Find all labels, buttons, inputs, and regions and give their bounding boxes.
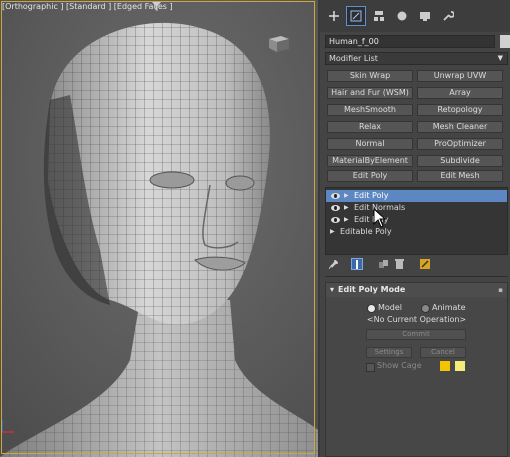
expand-triangle-icon[interactable]: ▶: [344, 202, 349, 214]
separator: [325, 276, 508, 277]
modifier-stack: ▶ Edit Poly ▶ Edit Normals ▶ Edit Poly ▶…: [325, 187, 508, 255]
command-panel-tabs: [320, 0, 510, 32]
current-operation-text: <No Current Operation>: [366, 315, 467, 324]
hierarchy-icon[interactable]: [369, 6, 389, 26]
pin-icon[interactable]: [327, 258, 339, 270]
expand-triangle-icon[interactable]: ▶: [330, 226, 335, 238]
funnel-icon[interactable]: [152, 2, 161, 14]
configure-sets-icon[interactable]: [419, 258, 431, 270]
animate-radio[interactable]: [421, 304, 430, 313]
modifier-button-mesh-cleaner[interactable]: Mesh Cleaner: [417, 121, 503, 133]
mouse-cursor-icon: [373, 208, 387, 228]
modifier-button-subdivide[interactable]: Subdivide: [417, 155, 503, 167]
object-color-swatch[interactable]: [500, 35, 510, 48]
remove-modifier-icon[interactable]: [393, 258, 405, 270]
expand-triangle-icon[interactable]: ▶: [344, 214, 349, 226]
modifier-button-materialbyelement[interactable]: MaterialByElement: [327, 155, 413, 167]
display-icon[interactable]: [415, 6, 435, 26]
expand-triangle-icon[interactable]: ▶: [344, 190, 349, 202]
modifier-list-dropdown[interactable]: Modifier List ▼: [325, 52, 508, 65]
cage-selected-color-swatch[interactable]: [455, 361, 465, 371]
modifier-button-unwrap-uvw[interactable]: Unwrap UVW: [417, 70, 503, 82]
model-radio[interactable]: [367, 304, 376, 313]
eye-icon[interactable]: [331, 217, 340, 223]
modifier-button-prooptimizer[interactable]: ProOptimizer: [417, 138, 503, 150]
wrench-icon[interactable]: [438, 6, 458, 26]
model-label: Model: [378, 303, 403, 312]
show-cage-label: Show Cage: [377, 361, 422, 370]
stack-toolbar: [325, 258, 508, 272]
cage-color-swatch[interactable]: [440, 361, 450, 371]
collapse-icon[interactable]: ▾: [330, 283, 334, 297]
modifier-button-meshsmooth[interactable]: MeshSmooth: [327, 104, 413, 116]
stack-item-label: Edit Poly: [354, 191, 389, 200]
plus-icon[interactable]: [324, 6, 344, 26]
head-mesh-render[interactable]: [0, 0, 318, 457]
viewcube-icon[interactable]: [265, 33, 291, 53]
rollout-header[interactable]: ▾ Edit Poly Mode ▪: [326, 283, 507, 297]
modifier-button-array[interactable]: Array: [417, 87, 503, 99]
stack-item[interactable]: ▶ Edit Poly: [326, 190, 507, 202]
cancel-button[interactable]: Cancel: [420, 347, 466, 358]
viewport[interactable]: [Orthographic ] [Standard ] [Edged Faces…: [0, 0, 320, 457]
modifier-button-skin-wrap[interactable]: Skin Wrap: [327, 70, 413, 82]
rollout-options-icon[interactable]: ▪: [498, 283, 503, 297]
settings-button[interactable]: Settings: [366, 347, 412, 358]
modify-icon[interactable]: [346, 6, 366, 26]
motion-icon[interactable]: [392, 6, 412, 26]
chevron-down-icon: ▼: [497, 54, 503, 62]
command-panel: Human_f_00 Modifier List ▼ Skin Wrap Unw…: [320, 0, 510, 457]
make-unique-icon[interactable]: [377, 258, 389, 270]
eye-icon[interactable]: [331, 193, 340, 199]
edit-poly-mode-rollout: ▾ Edit Poly Mode ▪ Model Animate <No Cur…: [325, 282, 508, 457]
viewport-label[interactable]: [Orthographic ] [Standard ] [Edged Faces…: [2, 2, 173, 11]
modifier-button-hair-and-fur[interactable]: Hair and Fur (WSM): [327, 87, 413, 99]
object-name-field[interactable]: Human_f_00: [325, 35, 495, 48]
modifier-button-retopology[interactable]: Retopology: [417, 104, 503, 116]
show-cage-checkbox[interactable]: [366, 363, 375, 372]
commit-button[interactable]: Commit: [366, 329, 466, 340]
modifier-list-label: Modifier List: [329, 54, 378, 63]
stack-item[interactable]: ▶ Editable Poly: [326, 226, 507, 238]
stack-item[interactable]: ▶ Edit Normals: [326, 202, 507, 214]
modifier-button-edit-poly[interactable]: Edit Poly: [327, 170, 413, 182]
stack-item[interactable]: ▶ Edit Poly: [326, 214, 507, 226]
animate-label: Animate: [432, 303, 466, 312]
show-end-result-icon[interactable]: [351, 258, 363, 270]
eye-icon[interactable]: [331, 205, 340, 211]
modifier-button-relax[interactable]: Relax: [327, 121, 413, 133]
modifier-button-normal[interactable]: Normal: [327, 138, 413, 150]
modifier-button-edit-mesh[interactable]: Edit Mesh: [417, 170, 503, 182]
rollout-title: Edit Poly Mode: [338, 285, 406, 294]
